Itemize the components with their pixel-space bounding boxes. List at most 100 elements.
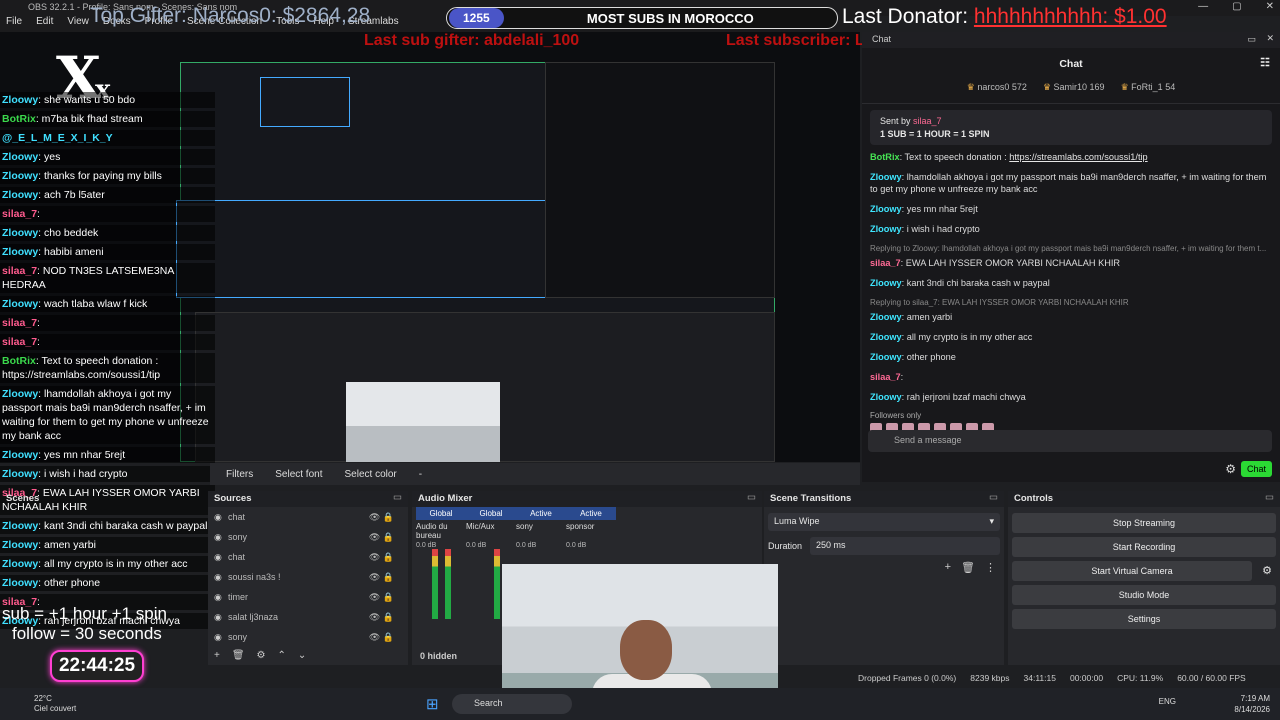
trash-icon[interactable]: 🗑 (232, 650, 245, 661)
overlay-chat-line: Zloowy: i wish i had crypto (0, 466, 215, 482)
chat-username: Zloowy (870, 352, 902, 362)
scenes-title: Scenes (6, 493, 40, 504)
pinned-message[interactable]: Sent by silaa_7 1 SUB = 1 HOUR = 1 SPIN (870, 110, 1272, 145)
select-font-button[interactable]: Select font (275, 469, 322, 480)
subs-goal-bar: 1255 MOST SUBS IN MOROCCO (446, 7, 838, 29)
gear-icon[interactable]: ⚙ (257, 650, 266, 661)
duration-row: Duration 250 ms (764, 537, 1004, 555)
duration-input[interactable]: 250 ms (810, 537, 1000, 555)
chat-settings-icon[interactable]: ⚙ (1225, 462, 1236, 476)
undock-icon[interactable]: ▭ (1247, 34, 1256, 45)
system-clock[interactable]: 7:19 AM 8/14/2026 (1234, 693, 1270, 715)
volume-meter (445, 549, 451, 619)
overlay-chat-line: Zloowy: cho beddek (0, 225, 215, 241)
trash-icon[interactable]: 🗑 (961, 561, 975, 574)
move-up-icon[interactable]: ⌃ (278, 650, 286, 661)
chat-username: Zloowy (870, 332, 902, 342)
text-source-toolbar: Filters Select font Select color - (210, 463, 860, 485)
channel-db: 0.0 dB (466, 542, 487, 549)
source-item[interactable]: ◉ chat 👁 🔒 (208, 547, 408, 567)
source-item[interactable]: ◉ sony 👁 🔒 (208, 527, 408, 547)
menu-view[interactable]: View (67, 16, 89, 32)
users-icon[interactable]: ☷ (1260, 56, 1270, 69)
chat-message[interactable]: Zloowy: rah jerjroni bzaf machi chwya (870, 391, 1272, 403)
source-item[interactable]: ◉ timer 👁 🔒 (208, 587, 408, 607)
popout-icon[interactable]: ▭ (989, 492, 998, 503)
last-sub-gifter-overlay: Last sub gifter: abdelali_100 (364, 32, 580, 49)
start-virtual-camera-button[interactable]: Start Virtual Camera (1012, 561, 1252, 581)
more-icon[interactable]: ⋮ (985, 561, 996, 574)
source-item[interactable]: ◉ soussi na3s ! 👁 🔒 (208, 567, 408, 587)
chat-message[interactable]: Zloowy: yes mn nhar 5rejt (870, 203, 1272, 215)
start-recording-button[interactable]: Start Recording (1012, 537, 1276, 557)
chat-send-button[interactable]: Chat (1240, 461, 1272, 477)
transition-select[interactable]: Luma Wipe ▾ (768, 513, 1000, 531)
chat-message[interactable]: Zloowy: kant 3ndi chi baraka cash w payp… (870, 277, 1272, 289)
menu-edit[interactable]: Edit (36, 16, 53, 32)
popout-icon[interactable]: ▭ (747, 492, 756, 503)
send-message-input[interactable]: Send a message (868, 430, 1272, 452)
mixer-tab[interactable]: Active (566, 507, 616, 520)
studio-mode-button[interactable]: Studio Mode (1012, 585, 1276, 605)
source-item[interactable]: ◉ sony 👁 🔒 (208, 627, 408, 647)
rec-time: 00:00:00 (1069, 673, 1104, 683)
source-item[interactable]: ◉ salat lj3naza 👁 🔒 (208, 607, 408, 627)
chat-text: : amen yarbi (901, 312, 953, 322)
chat-text: : lhamdollah akhoya i got my passport ma… (870, 172, 1267, 194)
visibility-lock-icons: 👁 🔒 (368, 611, 394, 622)
source-type-icon: ◉ (214, 511, 222, 522)
subs-count: 1255 (449, 8, 504, 28)
windows-start-icon[interactable]: ⊞ (426, 695, 439, 713)
add-icon[interactable]: + (214, 650, 220, 661)
popout-icon[interactable]: ▭ (393, 492, 402, 503)
filters-button[interactable]: Filters (226, 469, 253, 480)
chat-text: : i wish i had crypto (901, 224, 980, 234)
close-icon[interactable]: ✕ (1266, 1, 1274, 12)
popout-icon[interactable]: ▭ (1265, 492, 1274, 503)
language-indicator[interactable]: ENG (1159, 697, 1176, 706)
chat-message[interactable]: BotRix: Text to speech donation : https:… (870, 151, 1272, 163)
virtual-camera-gear-icon[interactable]: ⚙ (1262, 564, 1272, 577)
subs-goal-label: MOST SUBS IN MOROCCO (586, 10, 754, 26)
mixer-tab[interactable]: Global (466, 507, 516, 520)
taskbar-search[interactable]: Search (452, 694, 572, 714)
source-item[interactable]: ◉ chat 👁 🔒 (208, 507, 408, 527)
move-down-icon[interactable]: ⌄ (298, 650, 306, 661)
stop-streaming-button[interactable]: Stop Streaming (1012, 513, 1276, 533)
mixer-tabs: Global Global Active Active (412, 507, 762, 520)
duration-label: Duration (768, 541, 803, 551)
minimize-icon[interactable]: — (1198, 1, 1208, 12)
chat-message[interactable]: Replying to silaa_7: EWA LAH IYSSER OMOR… (870, 297, 1272, 323)
chat-message[interactable]: Zloowy: i wish i had crypto (870, 223, 1272, 235)
text-value: - (418, 468, 423, 480)
close-dock-icon[interactable]: ✕ (1266, 33, 1274, 44)
source-type-icon: ◉ (214, 591, 222, 602)
mixer-tab[interactable]: Active (516, 507, 566, 520)
sub-rule: sub = +1 hour +1 spin (2, 604, 167, 623)
menu-file[interactable]: File (6, 16, 22, 32)
sources-dock: Sources ▭ ◉ chat 👁 🔒 ◉ sony 👁 🔒 ◉ chat 👁 🔒 ◉ soussi… (208, 491, 408, 665)
overlay-chat-line: silaa_7: (0, 206, 215, 222)
overlay-chat-line: Zloowy: wach tlaba wlaw f kick (0, 296, 215, 312)
settings-button[interactable]: Settings (1012, 609, 1276, 629)
select-color-button[interactable]: Select color (345, 469, 397, 480)
chat-message[interactable]: Zloowy: all my crypto is in my other acc (870, 331, 1272, 343)
hidden-count[interactable]: 0 hidden (420, 651, 457, 661)
reply-context: Replying to silaa_7: EWA LAH IYSSER OMOR… (870, 298, 1129, 307)
nested-preview-inner (260, 77, 350, 127)
live-time: 34:11:15 (1023, 673, 1056, 683)
add-icon[interactable]: + (945, 561, 951, 574)
chat-message[interactable]: Zloowy: other phone (870, 351, 1272, 363)
mixer-tab[interactable]: Global (416, 507, 466, 520)
chat-username: BotRix (870, 152, 900, 162)
chat-message[interactable]: silaa_7: (870, 371, 1272, 383)
weather-widget[interactable]: 22°C Ciel couvert (34, 694, 76, 714)
maximize-icon[interactable]: ▢ (1232, 1, 1241, 12)
chat-message[interactable]: Replying to Zloowy: lhamdollah akhoya i … (870, 243, 1272, 269)
chat-message[interactable]: Zloowy: lhamdollah akhoya i got my passp… (870, 171, 1272, 195)
last-donator-overlay: Last Donator: hhhhhhhhhhh: $1.00 (842, 5, 1167, 28)
sources-list: ◉ chat 👁 🔒 ◉ sony 👁 🔒 ◉ chat 👁 🔒 ◉ soussi na3s ! 👁 … (208, 507, 408, 647)
source-type-icon: ◉ (214, 611, 222, 622)
chat-username: Zloowy (870, 224, 902, 234)
cpu-usage: CPU: 11.9% (1117, 673, 1164, 683)
